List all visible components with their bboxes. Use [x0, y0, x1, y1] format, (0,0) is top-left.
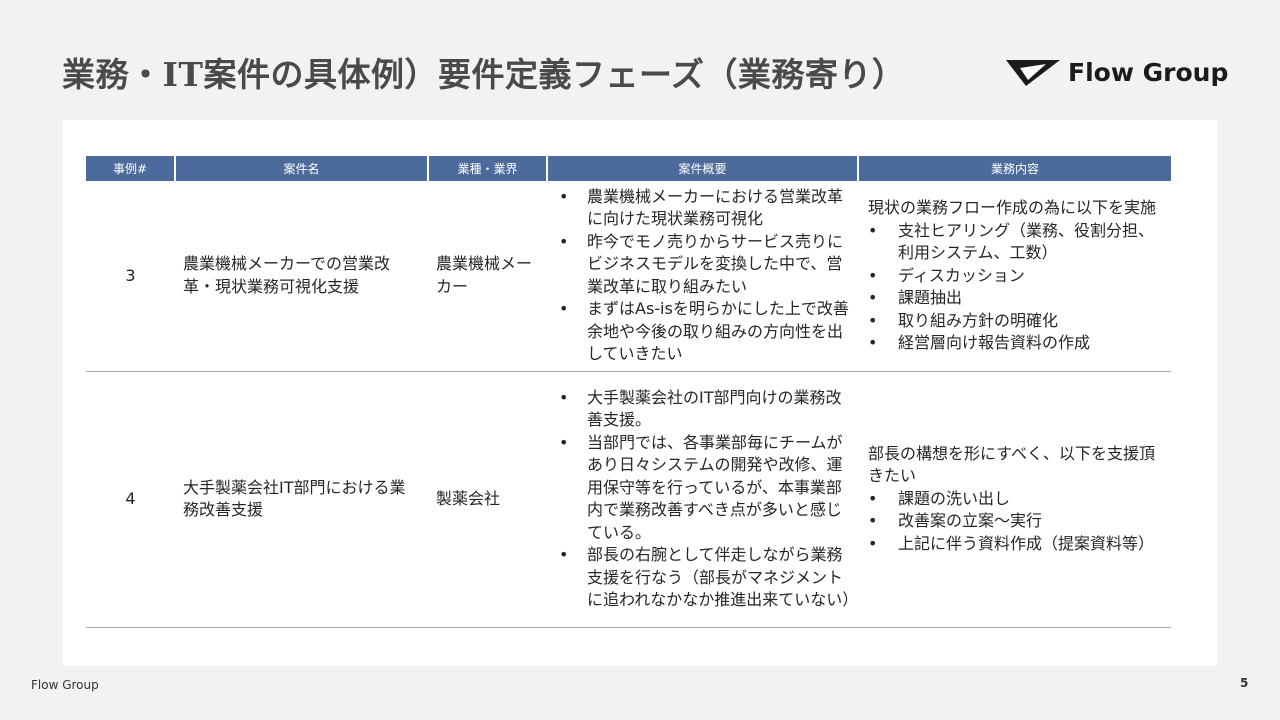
header-work-content: 業務内容: [858, 156, 1171, 181]
work-content-bullet: 上記に伴う資料作成（提案資料等）: [868, 533, 1163, 556]
logo: Flow Group: [1006, 54, 1228, 90]
case-industry: 製薬会社: [428, 371, 547, 628]
header-case-number: 事例#: [86, 156, 176, 181]
summary-bullet: 当部門では、各事業部毎にチームがあり日々システムの開発や改修、運用保守等を行って…: [551, 432, 852, 545]
work-content-bullet: 課題抽出: [868, 287, 1163, 310]
table-row: 4 大手製薬会社IT部門における業務改善支援 製薬会社 大手製薬会社のIT部門向…: [86, 371, 1171, 628]
summary-bullet: 昨今でモノ売りからサービス売りにビジネスモデルを変換した中で、営業改革に取り組み…: [551, 231, 852, 299]
work-content-intro: 部長の構想を形にすべく、以下を支援頂きたい: [868, 443, 1156, 486]
work-content-bullet: 改善案の立案～実行: [868, 510, 1163, 533]
slide-title: 業務・IT案件の具体例）要件定義フェーズ（業務寄り）: [62, 55, 906, 94]
work-content-intro: 現状の業務フロー作成の為に以下を実施: [868, 198, 1157, 217]
work-content: 部長の構想を形にすべく、以下を支援頂きたい 課題の洗い出し 改善案の立案～実行 …: [858, 371, 1171, 628]
summary-bullet: まずはAs-isを明らかにした上で改善余地や今後の取り組みの方向性を出していきた…: [551, 298, 852, 366]
header-industry: 業種・業界: [428, 156, 548, 181]
table-row: 3 農業機械メーカーでの営業改革・現状業務可視化支援 農業機械メーカー 農業機械…: [86, 181, 1171, 372]
header-case-summary: 案件概要: [547, 156, 859, 181]
summary-bullet: 農業機械メーカーにおける営業改革に向けた現状業務可視化: [551, 186, 852, 231]
summary-bullet: 部長の右腕として伴走しながら業務支援を行なう（部長がマネジメントに追われなかなか…: [551, 544, 858, 612]
work-content-bullet: 取り組み方針の明確化: [868, 310, 1163, 333]
work-content: 現状の業務フロー作成の為に以下を実施 支社ヒアリング（業務、役割分担、利用システ…: [858, 181, 1171, 372]
page-number: 5: [1240, 676, 1249, 690]
case-name: 農業機械メーカーでの営業改革・現状業務可視化支援: [175, 181, 428, 372]
case-summary: 農業機械メーカーにおける営業改革に向けた現状業務可視化 昨今でモノ売りからサービ…: [547, 181, 858, 372]
case-table: 事例# 案件名 業種・業界 案件概要 業務内容 3 農業機械メーカーでの営業改革…: [86, 156, 1171, 628]
logo-text: Flow Group: [1068, 57, 1229, 87]
case-summary: 大手製薬会社のIT部門向けの業務改善支援。 当部門では、各事業部毎にチームがあり…: [547, 371, 858, 628]
flow-group-logo-icon: [1006, 60, 1060, 86]
work-content-bullet: 課題の洗い出し: [868, 488, 1163, 511]
summary-bullet: 大手製薬会社のIT部門向けの業務改善支援。: [551, 387, 852, 432]
header-case-name: 案件名: [175, 156, 429, 181]
case-number: 3: [86, 181, 175, 372]
work-content-bullet: 経営層向け報告資料の作成: [868, 332, 1163, 355]
table-header-row: 事例# 案件名 業種・業界 案件概要 業務内容: [86, 156, 1171, 181]
case-industry: 農業機械メーカー: [428, 181, 547, 372]
case-number: 4: [86, 371, 175, 628]
work-content-bullet: 支社ヒアリング（業務、役割分担、利用システム、工数）: [868, 220, 1163, 265]
footer-company: Flow Group: [31, 678, 99, 692]
case-name: 大手製薬会社IT部門における業務改善支援: [175, 371, 428, 628]
content-panel: 事例# 案件名 業種・業界 案件概要 業務内容 3 農業機械メーカーでの営業改革…: [63, 120, 1217, 666]
work-content-bullet: ディスカッション: [868, 265, 1163, 288]
